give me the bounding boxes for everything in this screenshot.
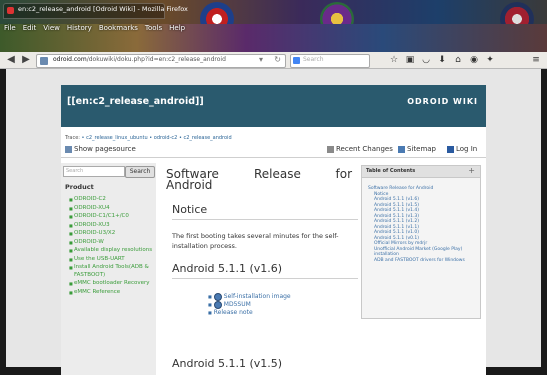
section-heading-v16: Android 5.1.1 (v1.6) — [172, 262, 283, 275]
url-text: odroid.com/dokuwiki/doku.php?id=en:c2_re… — [53, 56, 226, 63]
divider — [61, 157, 486, 158]
home-icon[interactable]: ⌂ — [452, 54, 464, 66]
menu-file[interactable]: File — [4, 24, 16, 36]
section-rule — [172, 219, 358, 220]
notice-heading: Notice — [172, 203, 208, 216]
sidebar-item[interactable]: ODROID-XU4 — [69, 205, 155, 213]
site-identity-icon[interactable] — [40, 57, 48, 65]
hamburger-menu-icon[interactable]: ≡ — [530, 54, 542, 66]
title-bar: en:c2_release_android [Odroid Wiki] - Mo… — [0, 0, 547, 36]
sync-icon[interactable]: ✦ — [484, 54, 496, 66]
back-arrow-icon[interactable]: ◀ — [4, 54, 18, 66]
trace-link[interactable]: c2_release_linux_ubuntu — [86, 135, 148, 141]
sidebar-search-input[interactable]: Search — [63, 166, 125, 177]
forward-arrow-icon[interactable]: ▶ — [19, 54, 33, 66]
sitemap-icon — [398, 145, 405, 153]
download-link[interactable]: ■ MD5SUM — [208, 301, 291, 309]
sidebar-item[interactable]: Available display resolutions — [69, 247, 155, 255]
search-placeholder: Search — [303, 56, 324, 63]
sidebar: Search Search Product ODROID-C2 ODROID-X… — [61, 163, 156, 375]
download-icon[interactable]: ⬇ — [436, 54, 448, 66]
page-tools: Show pagesource Recent Changes Sitemap L… — [65, 145, 482, 155]
addon-icon[interactable]: ◉ — [468, 54, 480, 66]
sidebar-search-button[interactable]: Search — [125, 166, 155, 178]
menu-tools[interactable]: Tools — [145, 24, 162, 36]
breadcrumb: Trace: • c2_release_linux_ubuntu • odroi… — [65, 135, 232, 141]
toc-item[interactable]: Unofficial Android Market (Google Play) … — [368, 247, 478, 258]
tab-title: en:c2_release_android [Odroid Wiki] - Mo… — [18, 5, 188, 13]
download-links: ■ Self-installation image ■ MD5SUM ■ Releas… — [208, 293, 291, 317]
toc-item[interactable]: ADB and FASTBOOT drivers for Windows — [368, 258, 478, 264]
login-link[interactable]: Log In — [447, 145, 477, 153]
sidebar-item[interactable]: Install Android Tools(ADB & FASTBOOT) — [69, 264, 155, 279]
sidebar-item[interactable]: ODROID-W — [69, 239, 155, 247]
wiki-page: [[en:c2_release_android]] ODROID WIKI Tr… — [61, 85, 486, 375]
sidebar-item[interactable]: ODROID-C2 — [69, 196, 155, 204]
sidebar-nav: ODROID-C2 ODROID-XU4 ODROID-C1/C1+/C0 OD… — [69, 196, 155, 297]
menu-history[interactable]: History — [67, 24, 92, 36]
dropdown-arrow-icon[interactable]: ▾ — [259, 55, 263, 64]
url-bar[interactable]: odroid.com/dokuwiki/doku.php?id=en:c2_re… — [36, 54, 286, 68]
bookmarks-menu-icon[interactable]: ▣ — [404, 54, 416, 66]
table-of-contents: Table of Contents + Software Release for… — [361, 165, 481, 319]
sidebar-heading: Product — [65, 183, 94, 191]
download-link[interactable]: ■ Self-installation image — [208, 293, 291, 301]
search-engine-icon[interactable] — [293, 57, 300, 64]
recent-changes-icon — [327, 145, 334, 153]
menu-view[interactable]: View — [43, 24, 60, 36]
navigation-toolbar: ◀ ▶ odroid.com/dokuwiki/doku.php?id=en:c… — [0, 52, 547, 69]
sidebar-item[interactable]: eMMC Reference — [69, 289, 155, 297]
page-id-link[interactable]: [[en:c2_release_android]] — [67, 96, 204, 107]
search-bar[interactable]: Search — [290, 54, 370, 68]
show-pagesource-link[interactable]: Show pagesource — [65, 145, 136, 153]
main-content: Software Release for Android Notice The … — [166, 163, 366, 375]
sidebar-item[interactable]: eMMC bootloader Recovery — [69, 280, 155, 288]
menu-bookmarks[interactable]: Bookmarks — [99, 24, 138, 36]
section-rule — [172, 278, 358, 279]
tab-favicon-icon — [7, 7, 14, 14]
trace-label: Trace: — [65, 135, 80, 141]
recent-changes-link[interactable]: Recent Changes — [327, 145, 393, 153]
login-icon — [447, 145, 454, 153]
toc-title: Table of Contents — [366, 168, 416, 174]
trace-link[interactable]: c2_release_android — [183, 135, 231, 141]
wiki-header: [[en:c2_release_android]] ODROID WIKI — [61, 85, 486, 127]
sidebar-item[interactable]: Use the USB-UART — [69, 256, 155, 264]
pagesource-icon — [65, 145, 72, 153]
page-viewport: [[en:c2_release_android]] ODROID WIKI Tr… — [6, 69, 541, 375]
section-heading-v15: Android 5.1.1 (v1.5) — [172, 357, 283, 370]
reload-icon[interactable]: ↻ — [274, 55, 281, 64]
toc-header[interactable]: Table of Contents + — [362, 166, 480, 178]
toc-toggle-icon[interactable]: + — [468, 166, 475, 175]
wiki-brand[interactable]: ODROID WIKI — [407, 97, 478, 106]
globe-icon — [213, 301, 222, 309]
toc-list: Software Release for Android Notice Andr… — [368, 186, 478, 263]
browser-window: en:c2_release_android [Odroid Wiki] - Mo… — [0, 0, 547, 375]
pocket-icon[interactable]: ◡ — [420, 54, 432, 66]
bookmark-star-icon[interactable]: ☆ — [388, 54, 400, 66]
menu-edit[interactable]: Edit — [23, 24, 37, 36]
menu-help[interactable]: Help — [169, 24, 185, 36]
browser-tab[interactable]: en:c2_release_android [Odroid Wiki] - Mo… — [3, 3, 188, 19]
notice-text: The first booting takes several minutes … — [172, 232, 339, 250]
download-link[interactable]: ■ Release note — [208, 309, 291, 317]
sidebar-item[interactable]: ODROID-XU3 — [69, 222, 155, 230]
sidebar-item[interactable]: ODROID-U3/X2 — [69, 230, 155, 238]
trace-link[interactable]: odroid-c2 — [154, 135, 178, 141]
sitemap-link[interactable]: Sitemap — [398, 145, 436, 153]
menu-bar: File Edit View History Bookmarks Tools H… — [4, 24, 185, 36]
sidebar-item[interactable]: ODROID-C1/C1+/C0 — [69, 213, 155, 221]
globe-icon — [213, 293, 222, 301]
